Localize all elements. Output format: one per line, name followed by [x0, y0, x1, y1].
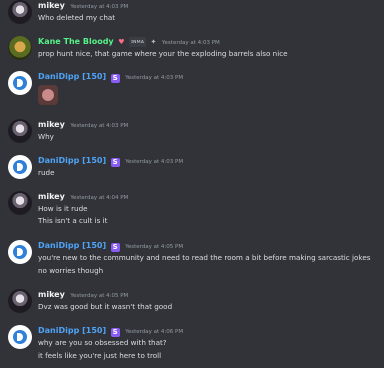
danidipp-avatar[interactable]: [8, 71, 32, 95]
timestamp: Yesterday at 4:03 PM: [125, 159, 184, 165]
danidipp-avatar[interactable]: [8, 155, 32, 179]
message-text: you're new to the community and need to …: [38, 253, 371, 262]
message-text: it feels like you're just here to troll: [38, 351, 162, 360]
mikey-avatar[interactable]: [8, 0, 32, 24]
message-text: Why: [38, 132, 54, 141]
server-tag-icon: S: [110, 74, 120, 83]
timestamp: Yesterday at 4:03 PM: [161, 40, 220, 46]
server-tag-icon: S: [110, 243, 120, 252]
timestamp: Yesterday at 4:06 PM: [125, 329, 184, 335]
emblem-icon: ✦: [150, 38, 157, 46]
danidipp-avatar[interactable]: [8, 325, 32, 349]
author-name[interactable]: mikey: [38, 192, 65, 201]
heart-icon: ♥: [118, 38, 125, 46]
guild-tag-badge[interactable]: ɪɴᴍᴀ: [129, 37, 146, 47]
mikey-avatar[interactable]: [8, 191, 32, 215]
mouse-sticker-icon[interactable]: [38, 85, 58, 105]
author-name[interactable]: mikey: [38, 290, 65, 299]
server-tag-icon: S: [110, 158, 120, 167]
message-text: Dvz was good but it wasn't that good: [38, 302, 173, 311]
timestamp: Yesterday at 4:04 PM: [70, 195, 129, 201]
author-name[interactable]: mikey: [38, 120, 65, 129]
author-name[interactable]: DaniDipp [150]: [38, 241, 106, 250]
mikey-avatar[interactable]: [8, 289, 32, 313]
message-text: no worries though: [38, 266, 104, 275]
message-text: prop hunt nice, that game where your the…: [38, 49, 288, 58]
message-text: why are you so obsessed with that?: [38, 338, 167, 347]
author-name[interactable]: DaniDipp [150]: [38, 326, 106, 335]
timestamp: Yesterday at 4:05 PM: [70, 293, 129, 299]
timestamp: Yesterday at 4:03 PM: [70, 123, 129, 129]
server-tag-icon: S: [110, 328, 120, 337]
mikey-avatar[interactable]: [8, 119, 32, 143]
kane-avatar[interactable]: [8, 36, 32, 60]
author-name[interactable]: DaniDipp [150]: [38, 156, 106, 165]
author-name[interactable]: Kane The Bloody: [38, 37, 114, 46]
author-name[interactable]: mikey: [38, 1, 65, 10]
message-text: How is it rude: [38, 204, 88, 213]
message-text: Who deleted my chat: [38, 13, 116, 22]
timestamp: Yesterday at 4:03 PM: [70, 4, 129, 10]
timestamp: Yesterday at 4:05 PM: [125, 244, 184, 250]
danidipp-avatar[interactable]: [8, 240, 32, 264]
message-text: rude: [38, 168, 55, 177]
message-text: This isn't a cult is it: [38, 216, 108, 225]
timestamp: Yesterday at 4:03 PM: [125, 75, 184, 81]
author-name[interactable]: DaniDipp [150]: [38, 72, 106, 81]
